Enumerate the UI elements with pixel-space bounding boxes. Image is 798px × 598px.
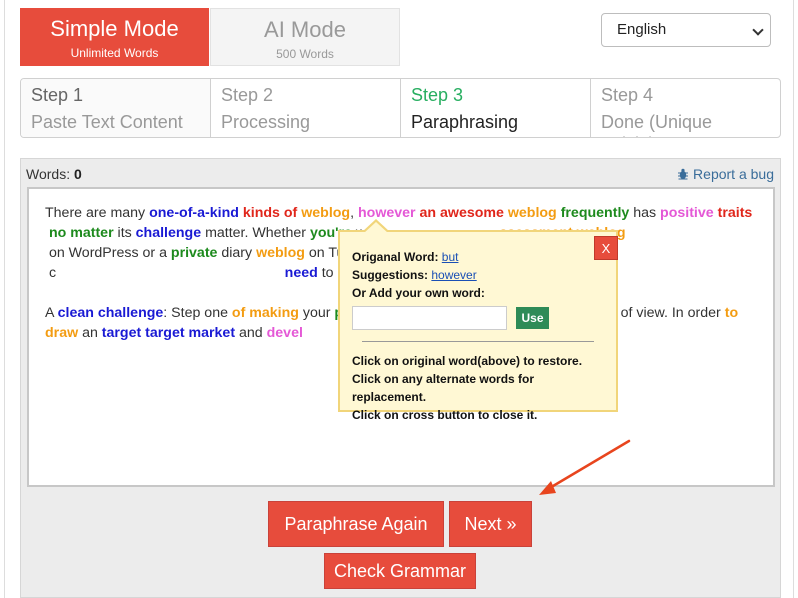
original-word-label: Origanal Word: (352, 250, 439, 264)
suggestions-label: Suggestions: (352, 268, 429, 282)
ai-mode-tab[interactable]: AI Mode 500 Words (210, 8, 400, 66)
plain-text: an (78, 325, 102, 341)
plain-text: There are many (45, 205, 150, 221)
plain-text: A (45, 305, 58, 321)
popup-divider (362, 341, 594, 342)
paraphrased-word[interactable]: no matter (49, 225, 114, 241)
paraphrase-again-button[interactable]: Paraphrase Again (268, 501, 444, 547)
paraphrased-word[interactable]: challenge (136, 225, 201, 241)
check-grammar-button[interactable]: Check Grammar (324, 553, 476, 589)
plain-text: of view. In order (616, 305, 725, 321)
paraphrased-word[interactable]: an awesome (420, 205, 504, 221)
popup-hint-3: Click on cross button to close it. (352, 408, 538, 422)
paraphrased-word[interactable]: one-of-a-kind (149, 205, 239, 221)
step-2-label: Processing (221, 112, 311, 132)
original-word-link[interactable]: but (442, 250, 459, 264)
add-own-word-label: Or Add your own word: (352, 286, 485, 300)
word-counter: Words: 0 (26, 166, 82, 182)
paraphrased-word[interactable]: frequently (561, 205, 630, 221)
paraphrased-word[interactable]: of making (232, 305, 299, 321)
step-4: Step 4 Done (Unique article) (591, 79, 780, 137)
plain-text: its (113, 225, 136, 241)
plain-text: c (45, 265, 57, 281)
popup-hint-1: Click on original word(above) to restore… (352, 354, 583, 368)
step-1-label: Paste Text Content (31, 112, 183, 132)
bug-icon (678, 168, 689, 180)
step-4-number: Step 4 (601, 85, 654, 105)
suggestion-link[interactable]: however (431, 268, 476, 282)
plain-text: your (298, 305, 335, 321)
step-1: Step 1 Paste Text Content (21, 79, 211, 137)
plain-text: matter. Whether (201, 225, 310, 241)
paraphrased-word[interactable]: devel (267, 325, 303, 341)
language-selected: English (617, 21, 667, 38)
plain-text: has (629, 205, 661, 221)
plain-text: , (350, 205, 358, 221)
plain-text (56, 265, 285, 281)
ai-mode-subtitle: 500 Words (276, 47, 334, 61)
paraphrased-word[interactable]: kinds of (243, 205, 297, 221)
ai-mode-title: AI Mode (264, 17, 346, 42)
step-3-number: Step 3 (411, 85, 464, 105)
popup-close-button[interactable]: X (594, 236, 618, 260)
simple-mode-title: Simple Mode (50, 16, 179, 41)
step-1-number: Step 1 (31, 85, 84, 105)
paraphrased-word[interactable]: weblog (508, 205, 557, 221)
step-2: Step 2 Processing (211, 79, 401, 137)
paraphrased-word[interactable]: target target market (102, 325, 235, 341)
word-count-label: Words: (26, 166, 71, 182)
paraphrased-word[interactable]: need (285, 265, 318, 281)
step-progress: Step 1 Paste Text Content Step 2 Process… (20, 78, 781, 138)
report-bug-link[interactable]: Report a bug (677, 166, 774, 182)
paraphrased-word[interactable]: clean challenge (58, 305, 164, 321)
original-word-row: Origanal Word: but (352, 248, 604, 266)
use-word-button[interactable]: Use (516, 307, 549, 329)
plain-text: : Step one (163, 305, 232, 321)
suggestions-row: Suggestions: however (352, 266, 604, 284)
paraphrased-word[interactable]: private (171, 245, 218, 261)
plain-text: on WordPress or a (45, 245, 171, 261)
step-4-label: Done (Unique article) (601, 112, 713, 137)
language-select[interactable]: English (601, 13, 771, 47)
next-button[interactable]: Next » (449, 501, 532, 547)
paraphrased-word[interactable]: positive (660, 205, 714, 221)
simple-mode-tab[interactable]: Simple Mode Unlimited Words (20, 8, 209, 66)
paraphrased-word[interactable]: weblog (256, 245, 305, 261)
word-suggestion-popup: X Origanal Word: but Suggestions: howeve… (338, 219, 618, 422)
paraphrased-word[interactable]: traits (718, 205, 753, 221)
chevron-down-icon (752, 24, 764, 36)
plain-text: diary (217, 245, 257, 261)
simple-mode-subtitle: Unlimited Words (70, 46, 159, 60)
own-word-row: Use (352, 306, 604, 330)
paraphrased-word[interactable]: weblog (301, 205, 350, 221)
plain-text: and (235, 325, 267, 341)
step-3: Step 3 Paraphrasing (401, 79, 591, 137)
own-word-input[interactable] (352, 306, 507, 330)
popup-hint-2: Click on any alternate words for replace… (352, 372, 535, 404)
step-3-label: Paraphrasing (411, 112, 519, 132)
report-bug-label: Report a bug (693, 166, 774, 182)
step-2-number: Step 2 (221, 85, 274, 105)
word-count-value: 0 (73, 166, 82, 182)
plain-text: to (317, 265, 338, 281)
